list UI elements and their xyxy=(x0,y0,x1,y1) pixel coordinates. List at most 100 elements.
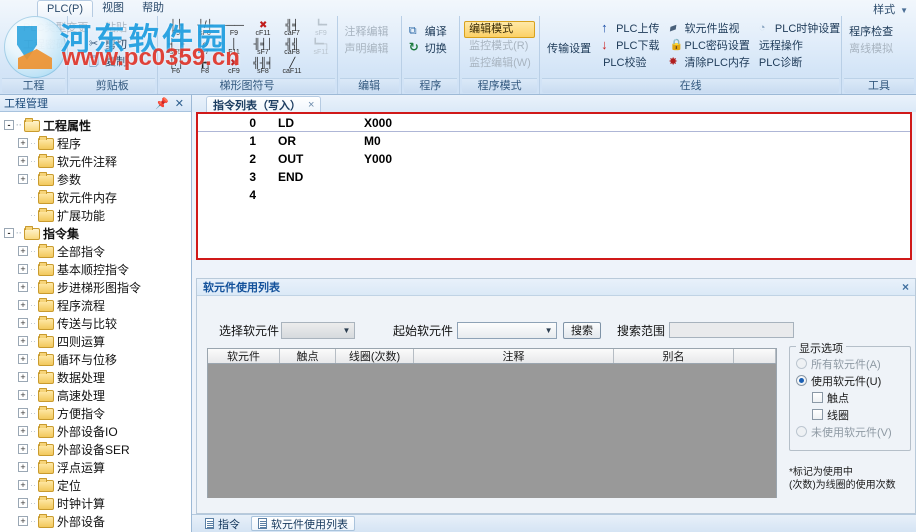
ladder-symbol-F11[interactable]: │ F11 xyxy=(220,39,249,58)
ladder-symbol-F7[interactable]: ‹› F7 xyxy=(191,39,220,58)
expand-icon[interactable]: + xyxy=(18,354,28,364)
ladder-symbol-caF7[interactable]: ╣╡ caF7 xyxy=(278,20,307,39)
tree-item-9[interactable]: + ·· 步进梯形图指令 xyxy=(4,278,191,296)
table-column-header[interactable]: 注释 xyxy=(414,349,614,363)
ladder-symbol-sF9[interactable]: ┗━ sF9 xyxy=(307,20,336,39)
tree-item-14[interactable]: + ·· 数据处理 xyxy=(4,368,191,386)
ladder-symbol-slot-17[interactable] xyxy=(307,58,336,77)
tab-close-icon[interactable]: × xyxy=(308,99,314,111)
select-device-combo[interactable]: ▼ xyxy=(281,321,356,339)
menu-item-plc[interactable]: PLC(P) xyxy=(37,0,94,17)
comment-edit-button[interactable]: 注释编辑 xyxy=(342,24,397,41)
checkbox[interactable] xyxy=(812,392,823,403)
ladder-symbol-cF9[interactable]: ✖ cF9 xyxy=(220,58,249,77)
tree-item-4[interactable]: ·· 软元件内存 xyxy=(4,188,191,206)
declaration-edit-button[interactable]: 声明编辑 xyxy=(342,41,397,58)
ladder-symbol-sF6[interactable]: ┤/├ sF6 xyxy=(191,20,220,39)
transfer-setting-button[interactable]: 传输设置 xyxy=(544,41,594,58)
mode-monitor-edit-button[interactable]: 监控编辑(W) xyxy=(464,55,535,72)
plc-password-button[interactable]: PLC密码设置 xyxy=(666,38,753,55)
tree-item-1[interactable]: + ·· 程序 xyxy=(4,134,191,152)
project-password-button[interactable]: 工程密码 xyxy=(4,37,67,54)
cut-button[interactable]: 剪切 xyxy=(86,37,153,54)
clear-plc-memory-button[interactable]: 清除PLC内存 xyxy=(666,55,753,72)
instruction-row[interactable]: 4 xyxy=(198,186,910,204)
menu-item-help[interactable]: 帮助 xyxy=(133,0,173,16)
device-monitor-button[interactable]: 软元件监视 xyxy=(666,21,753,38)
expand-icon[interactable]: + xyxy=(18,282,28,292)
expand-icon[interactable]: + xyxy=(18,246,28,256)
plc-type-change-button[interactable]: PLC类型变更 xyxy=(4,20,88,37)
tree-item-20[interactable]: + ·· 定位 xyxy=(4,476,191,494)
project-tree[interactable]: - ·· 工程属性 + ·· 程序 + ·· 软元件注释 + ·· 参数 ·· 软元件内存 ·· 扩展功能 - ·… xyxy=(0,112,191,530)
instruction-row[interactable]: 1 OR M0 xyxy=(198,132,910,150)
tree-item-6[interactable]: - ·· 指令集 xyxy=(4,224,191,242)
bottom-tab-instruction[interactable]: 指令 xyxy=(198,516,247,531)
checkbox[interactable] xyxy=(812,409,823,420)
instruction-row[interactable]: 3 END xyxy=(198,168,910,186)
expand-icon[interactable]: + xyxy=(18,462,28,472)
expand-icon[interactable]: + xyxy=(18,480,28,490)
display-option-2[interactable]: 触点 xyxy=(790,389,910,406)
expand-icon[interactable]: + xyxy=(18,390,28,400)
compile-button[interactable]: 编译 xyxy=(406,24,455,41)
tree-item-15[interactable]: + ·· 高速处理 xyxy=(4,386,191,404)
tree-item-2[interactable]: + ·· 软元件注释 xyxy=(4,152,191,170)
expand-icon[interactable]: + xyxy=(18,444,28,454)
ladder-symbol-F9[interactable]: —— F9 xyxy=(220,20,249,39)
table-column-header[interactable]: 线圈(次数) xyxy=(336,349,414,363)
tree-item-3[interactable]: + ·· 参数 xyxy=(4,170,191,188)
style-button[interactable]: 样式 ▼ xyxy=(873,1,908,17)
display-option-0[interactable]: 所有软元件(A) xyxy=(790,355,910,372)
radio-button[interactable] xyxy=(796,426,807,437)
device-usage-table[interactable]: 软元件 触点 线圈(次数) 注释 别名 xyxy=(207,348,777,498)
switch-button[interactable]: 切换 xyxy=(406,40,455,58)
tree-item-18[interactable]: + ·· 外部设备SER xyxy=(4,440,191,458)
tree-item-7[interactable]: + ·· 全部指令 xyxy=(4,242,191,260)
expand-icon[interactable]: + xyxy=(18,156,28,166)
table-column-header[interactable]: 别名 xyxy=(614,349,734,363)
mode-edit-button[interactable]: 编辑模式 xyxy=(464,21,536,38)
expand-icon[interactable]: + xyxy=(18,372,28,382)
search-range-input[interactable] xyxy=(669,322,795,338)
tree-item-5[interactable]: ·· 扩展功能 xyxy=(4,206,191,224)
instruction-row[interactable]: 0 LD X000 xyxy=(198,114,910,132)
tree-item-12[interactable]: + ·· 四则运算 xyxy=(4,332,191,350)
expand-icon[interactable]: + xyxy=(18,498,28,508)
ladder-symbol-sF8[interactable]: ╣╢╡ sF8 xyxy=(249,58,278,77)
mode-monitor-button[interactable]: 监控模式(R) xyxy=(464,38,535,55)
display-option-4[interactable]: 未使用软元件(V) xyxy=(790,423,910,440)
tree-item-19[interactable]: + ·· 浮点运算 xyxy=(4,458,191,476)
pin-icon[interactable]: 📌 xyxy=(152,97,172,110)
ladder-symbol-sF5[interactable]: ┤ ├ sF5 xyxy=(162,39,191,58)
tree-item-8[interactable]: + ·· 基本顺控指令 xyxy=(4,260,191,278)
plc-clock-setting-button[interactable]: PLC时钟设置 xyxy=(756,21,840,38)
ladder-symbol-F6[interactable]: ┤/├ F6 xyxy=(162,58,191,77)
plc-verify-button[interactable]: PLC校验 xyxy=(597,55,662,72)
expand-icon[interactable]: + xyxy=(18,516,28,526)
ladder-symbol-sF11[interactable]: ┗━┐ sF11 xyxy=(307,39,336,58)
collapse-icon[interactable]: - xyxy=(4,120,14,130)
tab-instruction-list[interactable]: 指令列表（写入） × xyxy=(206,96,322,112)
instruction-row[interactable]: 2 OUT Y000 xyxy=(198,150,910,168)
radio-button[interactable] xyxy=(796,375,807,386)
offline-simulation-button[interactable]: 离线模拟 xyxy=(846,41,912,58)
tree-item-0[interactable]: - ·· 工程属性 xyxy=(4,116,191,134)
expand-icon[interactable]: + xyxy=(18,174,28,184)
ladder-symbol-F8[interactable]: ┣┑ F8 xyxy=(191,58,220,77)
ladder-symbol-caF8[interactable]: ╣╣ caF8 xyxy=(278,39,307,58)
plc-diagnosis-button[interactable]: PLC诊断 xyxy=(756,55,838,72)
table-column-header[interactable]: 软元件 xyxy=(208,349,280,363)
expand-icon[interactable]: + xyxy=(18,426,28,436)
ladder-symbol-F5[interactable]: ┤├ F5 xyxy=(162,20,191,39)
expand-icon[interactable]: + xyxy=(18,336,28,346)
tree-item-11[interactable]: + ·· 传送与比较 xyxy=(4,314,191,332)
display-option-1[interactable]: 使用软元件(U) xyxy=(790,372,910,389)
tree-item-10[interactable]: + ·· 程序流程 xyxy=(4,296,191,314)
collapse-icon[interactable]: - xyxy=(4,228,14,238)
copy-button[interactable]: 复制 xyxy=(86,54,153,71)
remote-operation-button[interactable]: 远程操作 xyxy=(756,38,838,55)
ladder-symbol-sF7[interactable]: ╢╡│ sF7 xyxy=(249,39,278,58)
expand-icon[interactable]: + xyxy=(18,138,28,148)
tree-item-22[interactable]: + ·· 外部设备 xyxy=(4,512,191,530)
